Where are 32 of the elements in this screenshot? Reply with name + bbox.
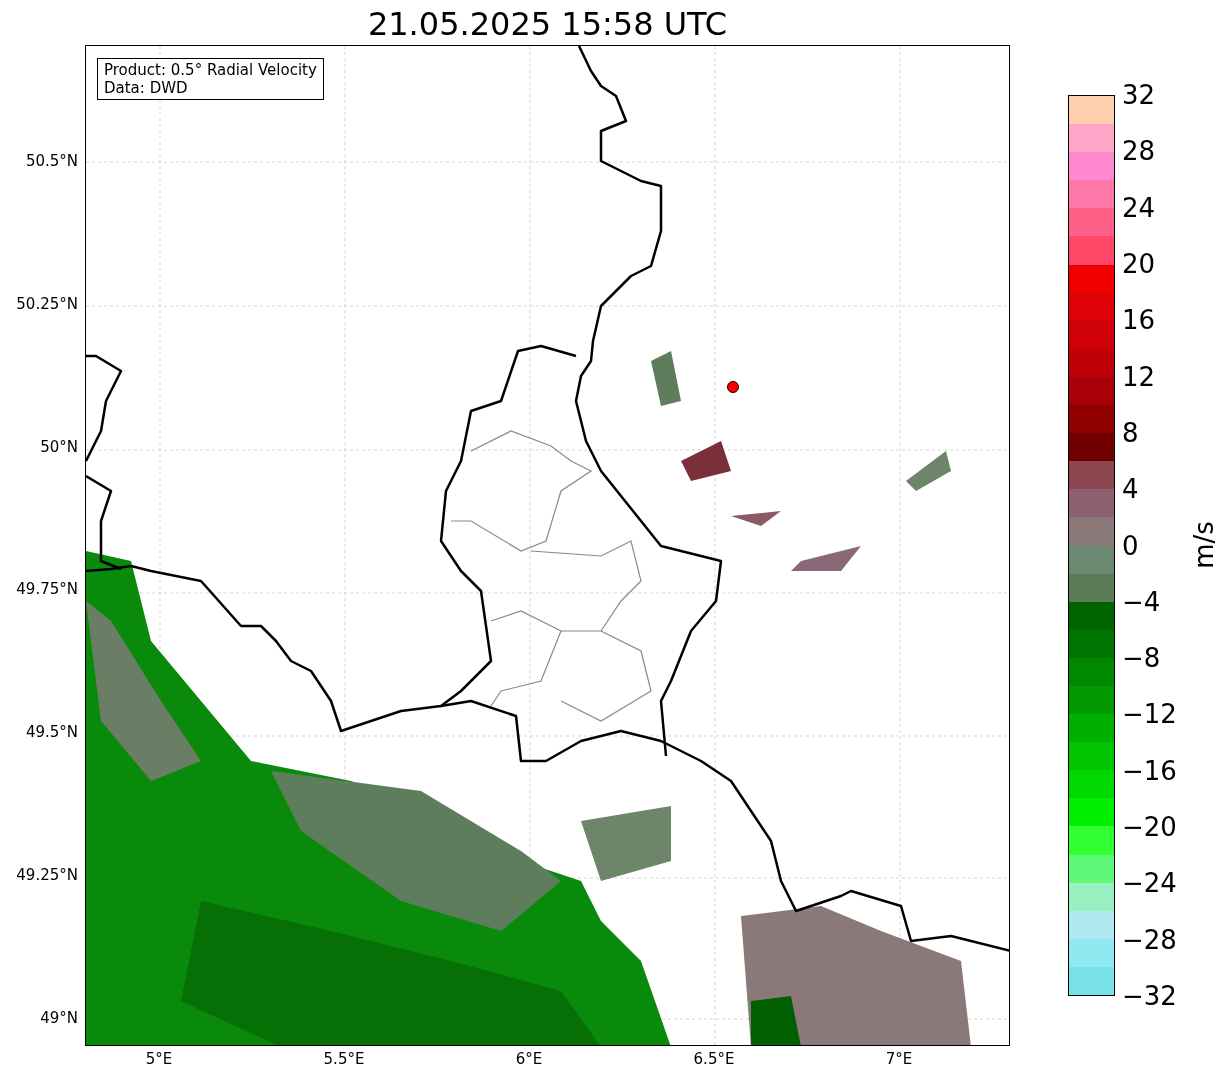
colorbar-tick-label: −8 [1122,643,1161,674]
colorbar-tick-label: 20 [1122,248,1156,279]
colorbar-label: m/s [1188,521,1219,569]
axis-tick-label: 5.5°E [322,1050,366,1068]
colorbar-tick-label: −16 [1122,755,1177,786]
chart-title: 21.05.2025 15:58 UTC [366,4,729,44]
colorbar-tick-label: −4 [1122,586,1161,617]
colorbar-tick-label: −12 [1122,699,1177,730]
axis-tick-label: 6.5°E [692,1050,736,1068]
axis-tick-label: 6°E [514,1050,544,1068]
info-box: Product: 0.5° Radial Velocity Data: DWD [97,58,324,100]
colorbar-tick-label: −28 [1122,924,1177,955]
axis-tick-label: 5°E [144,1050,174,1068]
axis-tick-label: 49.25°N [15,866,78,884]
colorbar-tick-label: −20 [1122,812,1177,843]
colorbar-tick-label: 8 [1122,417,1139,448]
colorbar-tick-label: 0 [1122,530,1139,561]
colorbar-tick-label: 28 [1122,136,1156,167]
colorbar-tick-label: 12 [1122,361,1156,392]
colorbar-tick-label: 16 [1122,305,1156,336]
axis-tick-label: 7°E [884,1050,914,1068]
axis-tick-label: 50.25°N [15,294,78,313]
colorbar-tick-label: 24 [1122,192,1156,223]
axis-tick-label: 49°N [39,1008,78,1027]
axis-tick-label: 50°N [39,437,78,456]
axis-tick-label: 49.5°N [24,723,78,742]
colorbar-tick-label: 32 [1122,80,1156,110]
colorbar-tick-label: −24 [1122,868,1177,899]
colorbar-tick-label: 4 [1122,474,1139,505]
axis-tick-label: 49.75°N [15,580,78,599]
axis-tick-label: 50.5°N [24,152,78,170]
colorbar-tick-label: −32 [1122,981,1177,1011]
